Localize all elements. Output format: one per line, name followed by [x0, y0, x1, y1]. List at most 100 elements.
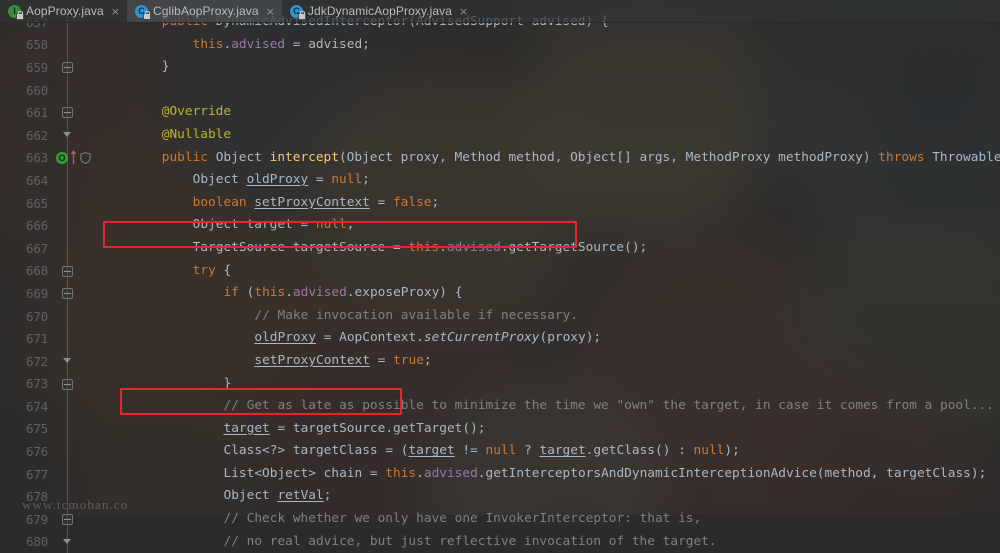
fold-stem: [67, 78, 68, 102]
code-token: = targetSource.getTarget();: [269, 420, 486, 436]
editor-gutter[interactable]: [52, 462, 98, 486]
code-line: 677 List<Object> chain = this. advised .get…: [0, 462, 1000, 486]
code-token: setProxyContext: [254, 352, 370, 368]
code-token: (Object proxy, Method method, Object[] a…: [338, 149, 879, 165]
code-token: true: [393, 352, 424, 368]
code-token: false: [392, 194, 432, 210]
editor-gutter[interactable]: [52, 395, 98, 418]
fold-stem: [67, 33, 68, 57]
editor-gutter[interactable]: [52, 327, 98, 350]
tab-aop-proxy[interactable]: I AopProxy.java ×: [0, 0, 127, 22]
tab-close-icon[interactable]: ×: [266, 6, 275, 17]
editor-gutter[interactable]: [52, 530, 98, 553]
code-token: ?: [516, 443, 540, 459]
tab-close-icon[interactable]: ×: [459, 6, 468, 17]
code-text: // Check whether we only have one Invoke…: [224, 508, 702, 531]
code-text: boolean setProxyContext = false;: [193, 192, 440, 215]
fold-stem: [67, 462, 68, 486]
code-token: null: [315, 217, 347, 233]
implements-arrow-icon[interactable]: [70, 149, 77, 165]
code-text: setProxyContext = true;: [254, 350, 431, 373]
code-token: .: [285, 285, 293, 301]
code-token: // no real advice, but just reflective i…: [223, 533, 717, 549]
fold-stem: [67, 304, 68, 328]
code-text: @Override: [162, 101, 231, 124]
tab-close-icon[interactable]: ×: [111, 6, 120, 17]
editor-gutter[interactable]: [52, 123, 98, 147]
editor-gutter[interactable]: [52, 282, 98, 305]
code-token: =: [308, 172, 332, 188]
code-token: this: [192, 36, 224, 52]
editor-gutter[interactable]: [52, 33, 98, 57]
line-number: 680: [26, 534, 48, 550]
fold-collapse-icon[interactable]: [62, 107, 73, 119]
fold-collapse-icon[interactable]: [62, 514, 73, 526]
code-text: @Nullable: [162, 124, 231, 147]
code-token: advised: [292, 285, 347, 301]
fold-collapse-icon[interactable]: [62, 265, 73, 277]
code-token: ;: [362, 172, 370, 188]
line-number: 670: [26, 308, 48, 324]
code-line: 669 if (this. advised .exposeProxy) {: [0, 282, 1000, 305]
editor-gutter[interactable]: [52, 101, 98, 124]
code-line: 679// Check whether we only have one Inv…: [0, 508, 1000, 531]
fold-collapse-icon[interactable]: [62, 62, 73, 74]
editor-gutter[interactable]: [52, 349, 98, 373]
fold-arrow-icon[interactable]: [62, 130, 73, 141]
java-class-icon: C: [289, 4, 306, 20]
fold-arrow-icon[interactable]: [62, 356, 73, 367]
code-text: }: [224, 373, 232, 396]
line-number: 662: [26, 127, 48, 143]
override-method-icon[interactable]: O: [56, 151, 68, 164]
code-token: this: [408, 239, 440, 255]
code-editor[interactable]: 657public DynamicAdvisedInterceptor(Advi…: [0, 11, 1000, 553]
code-line: 658 this. advised = advised;: [0, 33, 1000, 57]
code-token: Object target =: [192, 217, 316, 233]
code-token: throws: [878, 149, 933, 165]
editor-gutter[interactable]: O: [52, 146, 98, 170]
code-token: .getClass() :: [585, 443, 694, 459]
fold-stem: [67, 214, 68, 237]
editor-gutter[interactable]: [52, 440, 98, 463]
code-token: advised: [423, 465, 478, 481]
code-token: .exposeProxy) {: [346, 285, 463, 301]
code-line: 666 Object target = null;: [0, 214, 1000, 237]
tab-jdk-dynamic-aop-proxy[interactable]: C JdkDynamicAopProxy.java ×: [282, 0, 475, 22]
code-text: target = targetSource.getTarget();: [224, 418, 486, 441]
code-token: intercept: [269, 149, 339, 165]
code-token: Object: [223, 488, 278, 504]
fold-stem: [67, 191, 68, 215]
line-number: 667: [26, 240, 48, 256]
editor-gutter[interactable]: [52, 56, 98, 79]
code-token: Throwable {: [932, 149, 1000, 165]
java-class-icon: C: [135, 4, 152, 20]
code-token: try: [192, 262, 216, 278]
line-number: 674: [26, 398, 48, 414]
line-number: 665: [26, 195, 48, 211]
fold-collapse-icon[interactable]: [62, 378, 73, 390]
line-number: 675: [26, 421, 48, 437]
editor-gutter[interactable]: [52, 259, 98, 283]
editor-gutter[interactable]: [52, 169, 98, 192]
code-token: .: [223, 36, 232, 52]
fold-collapse-icon[interactable]: [62, 288, 73, 300]
code-token: oldProxy: [246, 172, 309, 188]
editor-gutter[interactable]: [52, 304, 98, 328]
code-token: =: [369, 352, 394, 368]
code-line: 674 // Get as late as possible to minimiz…: [0, 395, 1000, 418]
code-text: this. advised = advised;: [193, 34, 370, 57]
code-token: // Get as late as possible to minimize t…: [223, 398, 994, 414]
editor-gutter[interactable]: [52, 372, 98, 396]
editor-gutter[interactable]: [52, 214, 98, 237]
code-line: 676 Class<?> targetClass = (target != nul…: [0, 440, 1000, 463]
fold-stem: [67, 169, 68, 192]
line-number: 658: [26, 37, 48, 53]
editor-gutter[interactable]: [52, 78, 98, 102]
fold-arrow-icon[interactable]: [62, 537, 73, 548]
editor-gutter[interactable]: [52, 417, 98, 441]
tab-cglib-aop-proxy[interactable]: C CglibAopProxy.java ×: [127, 0, 282, 22]
line-number: 661: [26, 105, 48, 121]
editor-gutter[interactable]: [52, 191, 98, 215]
line-number: 669: [26, 285, 48, 301]
editor-gutter[interactable]: [52, 236, 98, 260]
